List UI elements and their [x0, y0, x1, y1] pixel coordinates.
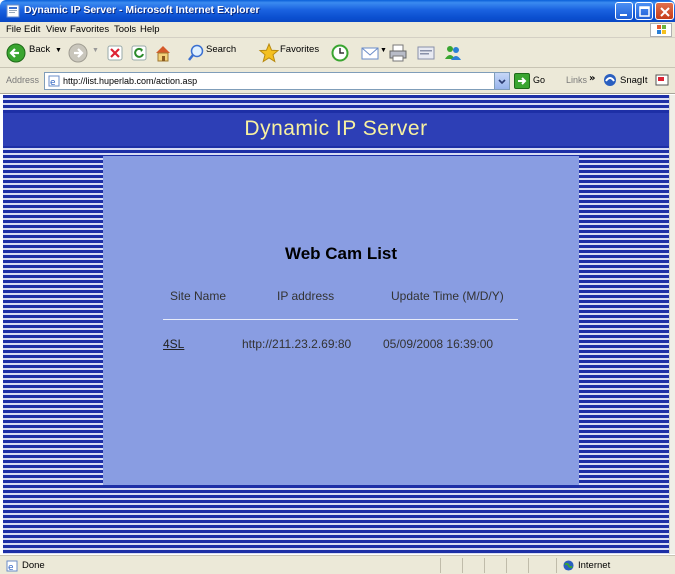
address-dropdown-icon[interactable]: [494, 73, 509, 89]
messenger-icon[interactable]: [442, 42, 464, 64]
status-divider: [440, 558, 441, 573]
window-title: Dynamic IP Server - Microsoft Internet E…: [24, 4, 260, 16]
status-text: Done: [22, 560, 45, 571]
close-icon: [660, 7, 670, 17]
menu-file[interactable]: File: [6, 24, 21, 35]
vertical-scrollbar[interactable]: [669, 95, 675, 554]
back-button-label[interactable]: Back: [29, 44, 50, 55]
status-divider: [462, 558, 463, 573]
links-label[interactable]: Links: [566, 75, 587, 85]
print-icon[interactable]: [388, 42, 408, 64]
table-divider: [163, 319, 518, 320]
forward-dropdown-icon[interactable]: ▼: [92, 47, 99, 54]
minimize-button[interactable]: [615, 2, 633, 20]
home-icon[interactable]: [153, 42, 173, 64]
status-divider: [556, 558, 557, 573]
forward-arrow-icon[interactable]: [68, 42, 88, 64]
address-label: Address: [6, 75, 40, 85]
address-bar: Address e http://list.huperlab.com/actio…: [0, 68, 675, 94]
favorites-star-icon[interactable]: [258, 42, 280, 64]
links-chevron-icon[interactable]: »: [589, 73, 595, 84]
menu-edit[interactable]: Edit: [24, 24, 40, 35]
row-site-name-link[interactable]: 4SL: [163, 337, 184, 351]
snagit-capture-icon[interactable]: [655, 74, 669, 86]
status-divider: [528, 558, 529, 573]
maximize-icon: [639, 6, 650, 17]
snagit-button-label[interactable]: SnagIt: [620, 75, 647, 86]
status-divider: [506, 558, 507, 573]
edit-page-icon[interactable]: [416, 42, 436, 64]
row-ip-address: http://211.23.2.69:80: [242, 337, 352, 351]
go-button-label[interactable]: Go: [533, 75, 545, 85]
search-icon[interactable]: [186, 42, 206, 64]
svg-text:e: e: [8, 563, 14, 572]
menu-favorites[interactable]: Favorites: [70, 24, 109, 35]
refresh-icon[interactable]: [130, 42, 148, 64]
minimize-icon: [620, 14, 627, 16]
security-zone-label: Internet: [578, 560, 611, 571]
back-arrow-icon[interactable]: [6, 42, 26, 64]
page-title: Dynamic IP Server: [244, 117, 428, 140]
row-update-time: 05/09/2008 16:39:00: [383, 337, 494, 351]
toolbar: Back ▼ ▼ Search Favorites ▼: [0, 38, 675, 68]
menu-view[interactable]: View: [46, 24, 66, 35]
maximize-button[interactable]: [635, 2, 653, 20]
favorites-button-label[interactable]: Favorites: [280, 44, 319, 55]
page-done-icon: e: [6, 560, 18, 572]
menu-bar: File Edit View Favorites Tools Help: [0, 22, 675, 38]
ie-page-icon: [6, 4, 20, 18]
web-cam-panel: Web Cam List Site Name IP address Update…: [103, 156, 579, 485]
page-content: Dynamic IP Server Web Cam List Site Name…: [3, 95, 669, 554]
status-bar: e Done Internet: [0, 555, 675, 574]
column-header-update-time: Update Time (M/D/Y): [391, 289, 504, 303]
page-favicon-icon: e: [48, 75, 60, 87]
address-url: http://list.huperlab.com/action.asp: [63, 76, 198, 86]
stop-icon[interactable]: [106, 42, 124, 64]
status-divider: [484, 558, 485, 573]
internet-globe-icon: [563, 560, 574, 571]
column-header-site-name: Site Name: [170, 289, 227, 303]
windows-logo-icon: [650, 23, 672, 37]
back-dropdown-icon[interactable]: ▼: [55, 47, 62, 54]
search-button-label[interactable]: Search: [206, 44, 236, 55]
address-input[interactable]: e http://list.huperlab.com/action.asp: [44, 72, 510, 90]
go-arrow-icon[interactable]: [514, 73, 530, 89]
mail-icon[interactable]: [360, 42, 380, 64]
snagit-icon[interactable]: [603, 73, 617, 87]
column-header-ip-address: IP address: [277, 289, 335, 303]
title-bar: Dynamic IP Server - Microsoft Internet E…: [0, 0, 675, 22]
menu-help[interactable]: Help: [140, 24, 160, 35]
svg-text:e: e: [50, 78, 56, 87]
menu-tools[interactable]: Tools: [114, 24, 136, 35]
mail-dropdown-icon[interactable]: ▼: [380, 47, 387, 54]
web-cam-list-title: Web Cam List: [284, 244, 398, 263]
history-icon[interactable]: [330, 42, 350, 64]
close-button[interactable]: [655, 2, 674, 20]
